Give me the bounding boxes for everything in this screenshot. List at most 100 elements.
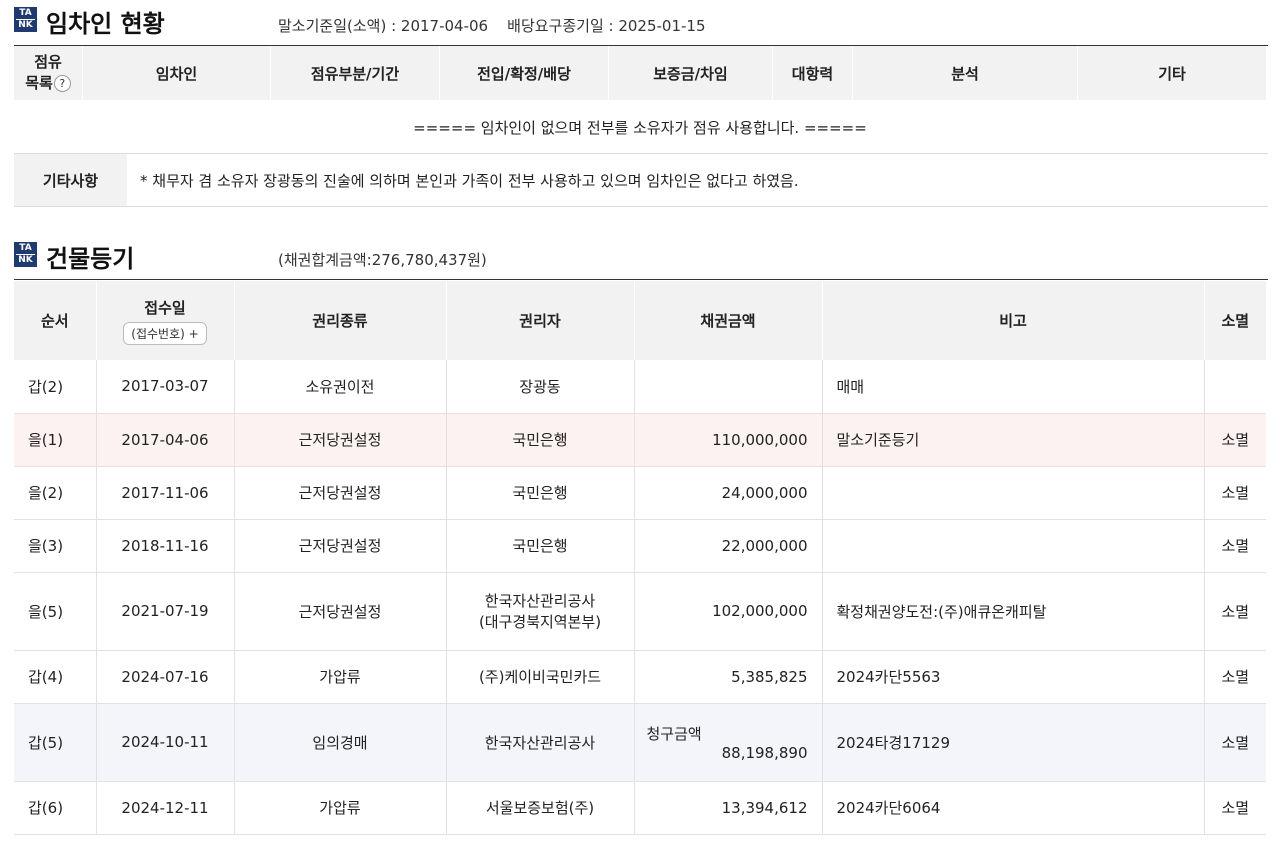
cell-order: 을(5) xyxy=(14,572,97,651)
cell-extinct: 소멸 xyxy=(1204,650,1266,704)
header-occupancy-line1: 점유 xyxy=(34,53,62,71)
cell-extinct: 소멸 xyxy=(1204,572,1266,651)
cell-date: 2024-10-11 xyxy=(96,703,235,782)
cell-extinct: 소멸 xyxy=(1204,519,1266,573)
table-row: 을(2) 2017-11-06 근저당권설정 국민은행 24,000,000 소… xyxy=(14,466,1266,520)
cell-order: 갑(2) xyxy=(14,360,97,414)
case-number-link[interactable]: 2024카단5563 xyxy=(822,650,1205,704)
section-rule xyxy=(14,279,1268,280)
header-occupancy-line2: 목록 xyxy=(25,74,53,92)
logo-text-bottom: NK xyxy=(18,255,33,265)
cell-amount: 13,394,612 xyxy=(634,781,823,835)
cell-type: 가압류 xyxy=(234,650,447,704)
cell-extinct: 소멸 xyxy=(1204,466,1266,520)
cell-date: 2024-07-16 xyxy=(96,650,235,704)
cell-amount: 청구금액 88,198,890 xyxy=(634,703,823,782)
table-row: 을(3) 2018-11-16 근저당권설정 국민은행 22,000,000 소… xyxy=(14,519,1266,573)
building-registry-table: 순서 접수일 (접수번호) + 권리종류 권리자 채권금액 비고 소멸 갑(2)… xyxy=(14,281,1266,835)
cell-date: 2017-04-06 xyxy=(96,413,235,467)
table-row: 을(1) 2017-04-06 근저당권설정 국민은행 110,000,000 … xyxy=(14,413,1266,467)
cell-order: 을(2) xyxy=(14,466,97,520)
cell-extinct: 소멸 xyxy=(1204,413,1266,467)
logo-text-bottom: NK xyxy=(18,20,33,30)
header-right-type: 권리종류 xyxy=(234,281,447,360)
header-occupancy-list: 점유 목록? xyxy=(14,46,83,100)
holder-name: 한국자산관리공사 xyxy=(484,592,596,610)
cell-note xyxy=(822,519,1205,573)
cell-date: 2018-11-16 xyxy=(96,519,235,573)
cell-type: 근저당권설정 xyxy=(234,572,447,651)
cell-note: 매매 xyxy=(822,360,1205,414)
cell-date: 2017-03-07 xyxy=(96,360,235,414)
header-received-label: 접수일 xyxy=(144,298,186,317)
cell-holder: 한국자산관리공사 xyxy=(446,703,635,782)
table-row: 갑(4) 2024-07-16 가압류 (주)케이비국민카드 5,385,825… xyxy=(14,650,1266,704)
cell-order: 갑(6) xyxy=(14,781,97,835)
cell-holder: 국민은행 xyxy=(446,519,635,573)
cell-holder: (주)케이비국민카드 xyxy=(446,650,635,704)
cell-type: 임의경매 xyxy=(234,703,447,782)
header-extinct: 소멸 xyxy=(1204,281,1266,360)
cell-holder: 국민은행 xyxy=(446,413,635,467)
tenant-table-header: 점유 목록? 임차인 점유부분/기간 전입/확정/배당 보증금/차임 대항력 분… xyxy=(14,46,1266,100)
etc-text: * 채무자 겸 소유자 장광동의 진술에 의하며 본인과 가족이 전부 사용하고… xyxy=(140,171,799,190)
help-icon[interactable]: ? xyxy=(53,75,71,92)
header-move-in: 전입/확정/배당 xyxy=(440,46,609,100)
building-section-title: 건물등기 xyxy=(46,245,135,273)
header-amount: 채권금액 xyxy=(634,281,823,360)
table-row: 갑(5) 2024-10-11 임의경매 한국자산관리공사 청구금액 88,19… xyxy=(14,703,1266,782)
header-holder: 권리자 xyxy=(446,281,635,360)
case-number-link[interactable]: 2024카단6064 xyxy=(822,781,1205,835)
cell-note xyxy=(822,466,1205,520)
cell-extinct: 소멸 xyxy=(1204,781,1266,835)
cell-amount xyxy=(634,360,823,414)
etc-label: 기타사항 xyxy=(14,154,127,206)
cell-holder: 한국자산관리공사 (대구경북지역본부) xyxy=(446,572,635,651)
cell-holder: 국민은행 xyxy=(446,466,635,520)
receipt-number-toggle-button[interactable]: (접수번호) + xyxy=(123,321,207,345)
cell-amount: 110,000,000 xyxy=(634,413,823,467)
header-opposing-power: 대항력 xyxy=(773,46,853,100)
cell-note: 2024타경17129 xyxy=(822,703,1205,782)
cell-holder: 서울보증보험(주) xyxy=(446,781,635,835)
claim-amount-label: 청구금액 xyxy=(646,724,702,743)
cell-amount: 24,000,000 xyxy=(634,466,823,520)
holder-branch: (대구경북지역본부) xyxy=(478,613,602,631)
header-received: 접수일 (접수번호) + xyxy=(96,281,235,360)
cell-type: 근저당권설정 xyxy=(234,413,447,467)
cell-holder: 장광동 xyxy=(446,360,635,414)
header-deposit: 보증금/차임 xyxy=(609,46,773,100)
table-header-row: 순서 접수일 (접수번호) + 권리종류 권리자 채권금액 비고 소멸 xyxy=(14,281,1266,360)
cell-type: 근저당권설정 xyxy=(234,519,447,573)
table-row: 갑(6) 2024-12-11 가압류 서울보증보험(주) 13,394,612… xyxy=(14,781,1266,835)
cell-amount: 5,385,825 xyxy=(634,650,823,704)
header-order: 순서 xyxy=(14,281,97,360)
divider xyxy=(14,206,1268,207)
table-row: 을(5) 2021-07-19 근저당권설정 한국자산관리공사 (대구경북지역본… xyxy=(14,572,1266,651)
cell-type: 소유권이전 xyxy=(234,360,447,414)
tank-logo: TA NK xyxy=(14,7,37,32)
logo-text-top: TA xyxy=(16,243,35,255)
tenant-section-title: 임차인 현황 xyxy=(46,10,165,38)
logo-text-top: TA xyxy=(16,8,35,20)
cell-type: 가압류 xyxy=(234,781,447,835)
reference-dates: 말소기준일(소액) : 2017-04-06 배당요구종기일 : 2025-01… xyxy=(278,17,706,35)
cell-date: 2021-07-19 xyxy=(96,572,235,651)
cell-date: 2017-11-06 xyxy=(96,466,235,520)
table-row: 갑(2) 2017-03-07 소유권이전 장광동 매매 xyxy=(14,360,1266,414)
cell-type: 근저당권설정 xyxy=(234,466,447,520)
claim-total: (채권합계금액:276,780,437원) xyxy=(278,251,487,269)
header-tenant: 임차인 xyxy=(83,46,271,100)
cell-note: 확정채권양도전:(주)애큐온캐피탈 xyxy=(822,572,1205,651)
claim-amount-value: 88,198,890 xyxy=(721,743,808,762)
cell-amount: 22,000,000 xyxy=(634,519,823,573)
cell-order: 갑(4) xyxy=(14,650,97,704)
cell-date: 2024-12-11 xyxy=(96,781,235,835)
header-occupied-part: 점유부분/기간 xyxy=(271,46,440,100)
tank-logo: TA NK xyxy=(14,242,37,267)
cell-extinct: 소멸 xyxy=(1204,703,1266,782)
header-note: 비고 xyxy=(822,281,1205,360)
cell-extinct xyxy=(1204,360,1266,414)
cell-note: 말소기준등기 xyxy=(822,413,1205,467)
cell-order: 을(3) xyxy=(14,519,97,573)
